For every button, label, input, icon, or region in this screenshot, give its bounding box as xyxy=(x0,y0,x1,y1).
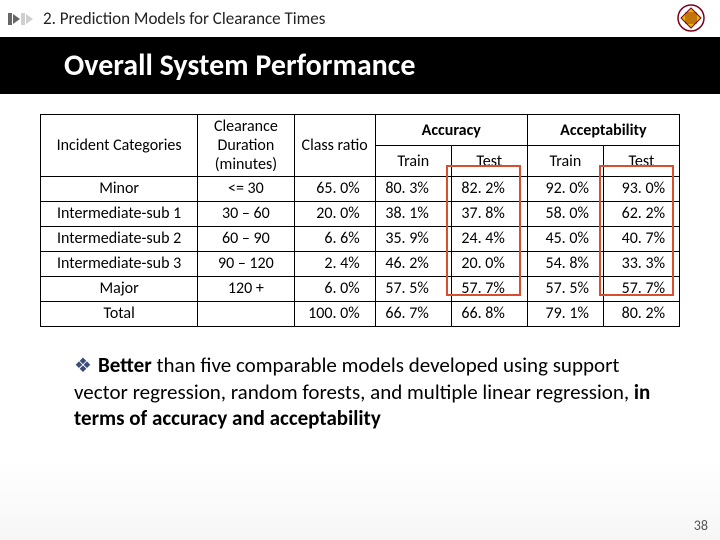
bullet-mid: than five comparable models developed us… xyxy=(74,352,634,405)
cell: Major xyxy=(41,277,198,302)
cell: Intermediate-sub 1 xyxy=(41,202,198,227)
cell: 80. 2% xyxy=(603,302,679,327)
cell: 35. 9% xyxy=(375,227,451,252)
breadcrumb: 2. Prediction Models for Clearance Times xyxy=(0,0,720,35)
cell: 79. 1% xyxy=(527,302,603,327)
bullet-paragraph: ❖Better than five comparable models deve… xyxy=(40,332,692,432)
highlight-accuracy-test xyxy=(446,165,521,296)
col-incident: Incident Categories xyxy=(41,115,198,177)
cell: 92. 0% xyxy=(527,177,603,202)
table-row: Major 120 + 6. 0% 57. 5% 57. 7% 57. 5% 5… xyxy=(41,277,680,302)
cell: 65. 0% xyxy=(294,177,375,202)
cell xyxy=(198,302,294,327)
cell: Intermediate-sub 3 xyxy=(41,252,198,277)
cell: Minor xyxy=(41,177,198,202)
cell: 38. 1% xyxy=(375,202,451,227)
cell: 80. 3% xyxy=(375,177,451,202)
cell: 45. 0% xyxy=(527,227,603,252)
cell: 66. 8% xyxy=(451,302,527,327)
cell: 58. 0% xyxy=(527,202,603,227)
col-accuracy: Accuracy xyxy=(375,115,527,146)
table-row: Intermediate-sub 1 30 – 60 20. 0% 38. 1%… xyxy=(41,202,680,227)
table-row: Intermediate-sub 3 90 – 120 2. 4% 46. 2%… xyxy=(41,252,680,277)
arrow-icon xyxy=(8,13,33,25)
breadcrumb-text: 2. Prediction Models for Clearance Times xyxy=(43,8,325,29)
table-row: Minor <= 30 65. 0% 80. 3% 82. 2% 92. 0% … xyxy=(41,177,680,202)
content-area: Incident Categories Clearance Duration (… xyxy=(0,94,720,432)
cell: 30 – 60 xyxy=(198,202,294,227)
page-number: 38 xyxy=(694,517,708,534)
bullet-strong-1: Better xyxy=(98,352,152,378)
cell: <= 30 xyxy=(198,177,294,202)
cell: 2. 4% xyxy=(294,252,375,277)
cell: 57. 5% xyxy=(375,277,451,302)
cell: 46. 2% xyxy=(375,252,451,277)
cell: 6. 6% xyxy=(294,227,375,252)
cell: Intermediate-sub 2 xyxy=(41,227,198,252)
cell: 20. 0% xyxy=(294,202,375,227)
slide-title: Overall System Performance xyxy=(0,37,720,94)
university-logo xyxy=(664,0,718,36)
diamond-bullet-icon: ❖ xyxy=(74,354,92,378)
col-accp-train: Train xyxy=(527,146,603,177)
slide: 2. Prediction Models for Clearance Times… xyxy=(0,0,720,540)
cell: 60 – 90 xyxy=(198,227,294,252)
cell: 54. 8% xyxy=(527,252,603,277)
data-table: Incident Categories Clearance Duration (… xyxy=(40,114,680,327)
cell: 120 + xyxy=(198,277,294,302)
cell: 57. 5% xyxy=(527,277,603,302)
cell: 6. 0% xyxy=(294,277,375,302)
data-table-wrap: Incident Categories Clearance Duration (… xyxy=(40,114,680,327)
cell: 90 – 120 xyxy=(198,252,294,277)
cell: 100. 0% xyxy=(294,302,375,327)
col-acceptability: Acceptability xyxy=(527,115,679,146)
cell: 66. 7% xyxy=(375,302,451,327)
col-duration: Clearance Duration (minutes) xyxy=(198,115,294,177)
col-ratio: Class ratio xyxy=(294,115,375,177)
table-row: Intermediate-sub 2 60 – 90 6. 6% 35. 9% … xyxy=(41,227,680,252)
cell: Total xyxy=(41,302,198,327)
highlight-acceptability-test xyxy=(599,165,674,296)
table-row: Total 100. 0% 66. 7% 66. 8% 79. 1% 80. 2… xyxy=(41,302,680,327)
col-acc-train: Train xyxy=(375,146,451,177)
